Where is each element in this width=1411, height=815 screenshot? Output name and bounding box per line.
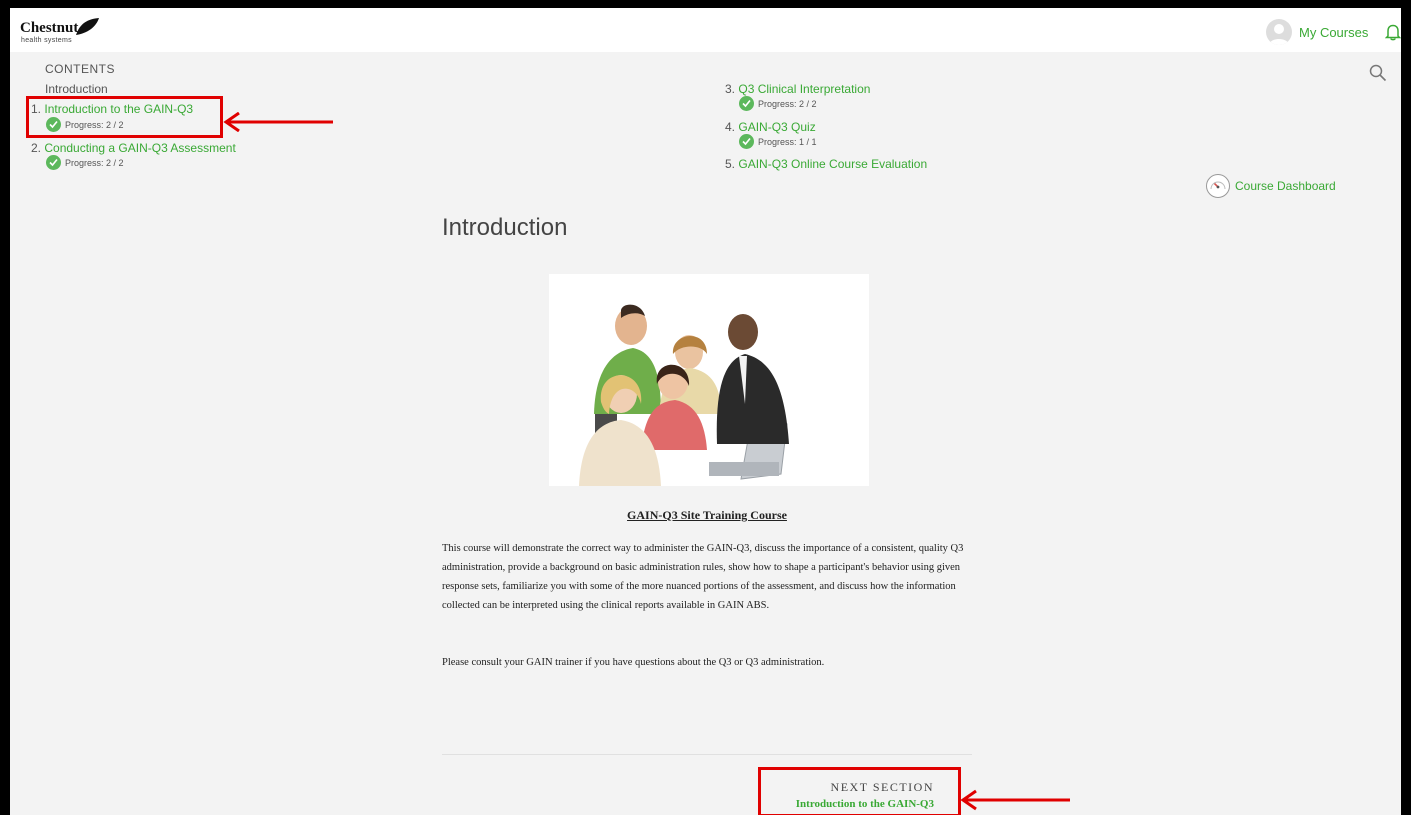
toc-intro-label[interactable]: Introduction xyxy=(45,82,108,96)
toc-item-number: 3. xyxy=(725,82,736,96)
contents-heading: CONTENTS xyxy=(45,62,115,76)
toc-item-number: 5. xyxy=(725,157,736,171)
toc-item-label: Conducting a GAIN-Q3 Assessment xyxy=(44,141,236,155)
avatar[interactable] xyxy=(1266,19,1292,45)
toc-item-number: 2. xyxy=(31,141,42,155)
annotation-box xyxy=(758,767,961,815)
logo-sub: health systems xyxy=(21,37,72,44)
chestnut-logo[interactable]: Chestnut health systems xyxy=(20,17,100,47)
toc-item-number: 4. xyxy=(725,120,736,134)
toc-item-clinical[interactable]: 3. Q3 Clinical Interpretation xyxy=(725,82,870,96)
toc-item-label: Q3 Clinical Interpretation xyxy=(738,82,871,96)
annotation-box xyxy=(26,96,223,138)
logo-brand: Chestnut xyxy=(20,20,79,36)
divider xyxy=(442,754,972,755)
bell-icon[interactable] xyxy=(1385,23,1401,41)
progress-indicator: Progress: 1 / 1 xyxy=(739,134,817,149)
progress-text: Progress: 2 / 2 xyxy=(65,157,124,168)
check-icon xyxy=(46,155,61,170)
progress-indicator: Progress: 2 / 2 xyxy=(46,155,124,170)
my-courses-link[interactable]: My Courses xyxy=(1299,25,1368,40)
progress-text: Progress: 2 / 2 xyxy=(758,98,817,109)
check-icon xyxy=(739,96,754,111)
course-dashboard-label: Course Dashboard xyxy=(1235,179,1336,193)
consult-paragraph: Please consult your GAIN trainer if you … xyxy=(442,657,825,668)
toc-item-label: GAIN-Q3 Quiz xyxy=(738,120,816,134)
dashboard-gauge-icon xyxy=(1206,174,1230,198)
course-dashboard-link[interactable]: Course Dashboard xyxy=(1206,174,1336,198)
intro-paragraph: This course will demonstrate the correct… xyxy=(442,543,964,611)
progress-text: Progress: 1 / 1 xyxy=(758,136,817,147)
toc-item-evaluation[interactable]: 5. GAIN-Q3 Online Course Evaluation xyxy=(725,157,927,171)
leaf-icon xyxy=(76,18,99,35)
annotation-arrow-icon xyxy=(960,789,1070,811)
annotation-arrow-icon xyxy=(223,112,333,132)
toc-item-label: GAIN-Q3 Online Course Evaluation xyxy=(738,157,928,171)
section-subtitle: GAIN-Q3 Site Training Course xyxy=(627,508,787,522)
progress-indicator: Progress: 2 / 2 xyxy=(739,96,817,111)
top-header: Chestnut health systems GAIN-Q3 Site Tra… xyxy=(10,8,1401,52)
lms-window: Chestnut health systems GAIN-Q3 Site Tra… xyxy=(10,8,1401,815)
team-photo xyxy=(549,274,869,486)
toc-item-conducting[interactable]: 2. Conducting a GAIN-Q3 Assessment xyxy=(31,141,236,155)
user-icon xyxy=(1269,24,1289,45)
toc-item-quiz[interactable]: 4. GAIN-Q3 Quiz xyxy=(725,120,816,134)
course-title: GAIN-Q3 Site Training Course xyxy=(98,10,475,41)
search-icon[interactable] xyxy=(1369,64,1387,82)
check-icon xyxy=(739,134,754,149)
page-title: Introduction xyxy=(442,214,568,241)
